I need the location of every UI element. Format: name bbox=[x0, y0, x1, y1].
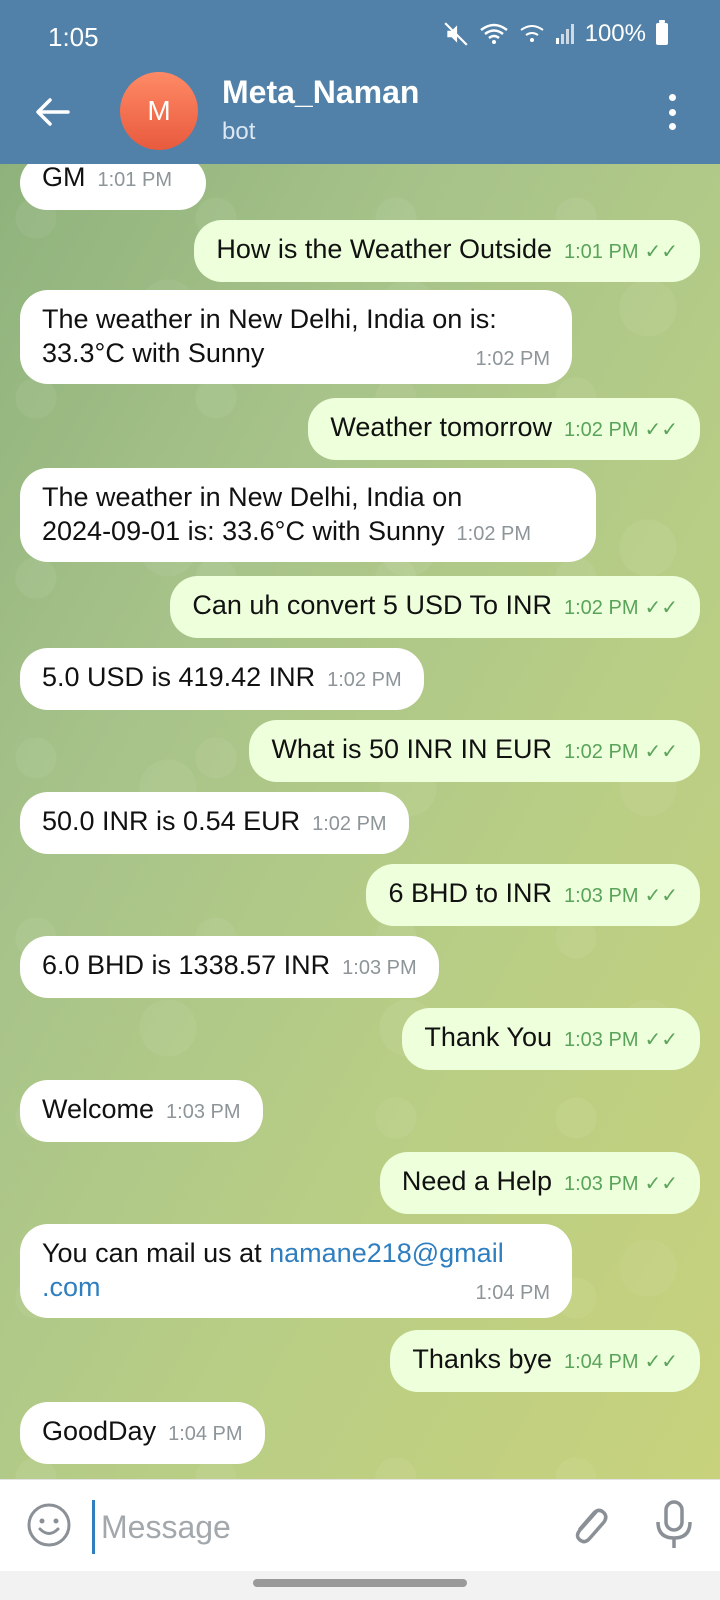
message-text: 33.3°C with Sunny bbox=[42, 338, 265, 368]
message-time: 1:02 PM bbox=[564, 741, 639, 763]
mic-button[interactable] bbox=[652, 1498, 696, 1552]
wifi-icon bbox=[479, 23, 508, 44]
double-check-icon: ✓✓ bbox=[644, 241, 678, 263]
message-text: Need a Help bbox=[401, 1166, 552, 1196]
app-header: 1:05 100% M Meta_Naman bot bbox=[0, 0, 720, 164]
message-outgoing[interactable]: What is 50 INR IN EUR 1:02 PM ✓✓ bbox=[249, 720, 700, 782]
message-incoming[interactable]: Welcome 1:03 PM bbox=[20, 1080, 263, 1142]
message-incoming[interactable]: GM 1:01 PM bbox=[20, 164, 206, 210]
double-check-icon: ✓✓ bbox=[644, 1029, 678, 1051]
dot-icon bbox=[668, 94, 676, 101]
message-incoming[interactable]: GoodDay 1:04 PM bbox=[20, 1402, 265, 1464]
message-time: 1:03 PM bbox=[166, 1101, 241, 1123]
attach-button[interactable] bbox=[566, 1500, 614, 1550]
message-outgoing[interactable]: Can uh convert 5 USD To INR 1:02 PM ✓✓ bbox=[170, 576, 700, 638]
message-text: GM bbox=[42, 164, 86, 192]
message-time: 1:02 PM bbox=[312, 813, 387, 835]
message-text: Thanks bye bbox=[412, 1344, 552, 1374]
message-text: How is the Weather Outside bbox=[216, 234, 552, 264]
battery-percent: 100% bbox=[584, 20, 646, 47]
battery-icon bbox=[656, 20, 668, 45]
message-text: 50.0 INR is 0.54 EUR bbox=[42, 806, 301, 836]
message-text: You can mail us at bbox=[42, 1238, 270, 1268]
system-navigation-bar bbox=[0, 1571, 720, 1600]
message-time: 1:02 PM bbox=[327, 669, 402, 691]
message-text: The weather in New Delhi, India on is: bbox=[42, 304, 497, 334]
status-icons: 100% bbox=[443, 20, 668, 48]
message-composer bbox=[0, 1479, 720, 1572]
message-outgoing[interactable]: Thank You 1:03 PM ✓✓ bbox=[402, 1008, 700, 1070]
chat-history[interactable]: GM 1:01 PM How is the Weather Outside 1:01… bbox=[0, 164, 720, 1479]
double-check-icon: ✓✓ bbox=[644, 419, 678, 441]
message-text: Welcome bbox=[42, 1094, 155, 1124]
message-outgoing[interactable]: Weather tomorrow 1:02 PM ✓✓ bbox=[308, 398, 700, 460]
smiley-icon bbox=[27, 1503, 71, 1547]
message-time: 1:02 PM bbox=[564, 597, 639, 619]
message-outgoing[interactable]: Need a Help 1:03 PM ✓✓ bbox=[379, 1152, 700, 1214]
double-check-icon: ✓✓ bbox=[644, 741, 678, 763]
chat-title[interactable]: Meta_Naman bbox=[222, 74, 419, 111]
message-time: 1:01 PM bbox=[564, 241, 639, 263]
message-text: Can uh convert 5 USD To INR bbox=[192, 590, 552, 620]
mute-icon bbox=[444, 22, 468, 46]
message-incoming[interactable]: 6.0 BHD is 1338.57 INR 1:03 PM bbox=[20, 936, 439, 998]
dot-icon bbox=[668, 108, 676, 116]
wifi-calling-icon bbox=[520, 25, 544, 42]
back-button[interactable] bbox=[28, 88, 76, 136]
message-text: 6.0 BHD is 1338.57 INR bbox=[42, 950, 331, 980]
message-text: What is 50 INR IN EUR bbox=[271, 734, 552, 764]
home-gesture-handle[interactable] bbox=[253, 1579, 467, 1587]
double-check-icon: ✓✓ bbox=[644, 597, 678, 619]
chat-subtitle: bot bbox=[222, 118, 256, 145]
message-time: 1:02 PM bbox=[475, 348, 550, 370]
message-time: 1:02 PM bbox=[564, 419, 639, 441]
emoji-button[interactable] bbox=[26, 1502, 72, 1548]
message-outgoing[interactable]: 6 BHD to INR 1:03 PM ✓✓ bbox=[366, 864, 700, 926]
double-check-icon: ✓✓ bbox=[644, 1173, 678, 1195]
message-time: 1:03 PM bbox=[564, 1029, 639, 1051]
more-options-button[interactable] bbox=[664, 94, 680, 130]
message-incoming[interactable]: 50.0 INR is 0.54 EUR 1:02 PM bbox=[20, 792, 409, 854]
message-outgoing[interactable]: Thanks bye 1:04 PM ✓✓ bbox=[390, 1330, 700, 1392]
message-time: 1:02 PM bbox=[456, 523, 532, 545]
message-outgoing[interactable]: How is the Weather Outside 1:01 PM ✓✓ bbox=[194, 220, 700, 282]
message-text: GoodDay bbox=[42, 1416, 157, 1446]
message-time: 1:04 PM bbox=[564, 1351, 639, 1373]
message-text: 2024-09-01 is: 33.6°C with Sunny bbox=[42, 516, 445, 546]
message-time: 1:03 PM bbox=[564, 1173, 639, 1195]
message-text: Weather tomorrow bbox=[330, 412, 552, 442]
avatar[interactable]: M bbox=[120, 72, 198, 150]
message-text: 6 BHD to INR bbox=[388, 878, 552, 908]
email-link[interactable]: namane218@gmail bbox=[269, 1238, 504, 1268]
paperclip-icon bbox=[575, 1508, 608, 1544]
message-time: 1:04 PM bbox=[168, 1423, 243, 1445]
status-time: 1:05 bbox=[48, 22, 99, 52]
message-time: 1:03 PM bbox=[564, 885, 639, 907]
message-input[interactable] bbox=[92, 1500, 543, 1554]
message-incoming[interactable]: You can mail us at namane218@gmail .com 1… bbox=[20, 1224, 572, 1318]
message-incoming[interactable]: 5.0 USD is 419.42 INR 1:02 PM bbox=[20, 648, 424, 710]
double-check-icon: ✓✓ bbox=[644, 885, 678, 907]
email-link[interactable]: .com bbox=[42, 1272, 101, 1302]
message-incoming[interactable]: The weather in New Delhi, India on 2024-… bbox=[20, 468, 596, 562]
signal-icon bbox=[555, 24, 574, 44]
message-text: The weather in New Delhi, India on bbox=[42, 482, 463, 512]
message-time: 1:03 PM bbox=[342, 957, 417, 979]
dot-icon bbox=[668, 123, 676, 130]
back-arrow-icon bbox=[36, 98, 70, 126]
message-time: 1:01 PM bbox=[97, 169, 172, 191]
message-incoming[interactable]: The weather in New Delhi, India on is: 3… bbox=[20, 290, 572, 384]
microphone-icon bbox=[656, 1500, 692, 1548]
message-text: 5.0 USD is 419.42 INR bbox=[42, 662, 316, 692]
double-check-icon: ✓✓ bbox=[644, 1351, 678, 1373]
message-text: Thank You bbox=[424, 1022, 552, 1052]
message-time: 1:04 PM bbox=[475, 1282, 550, 1304]
